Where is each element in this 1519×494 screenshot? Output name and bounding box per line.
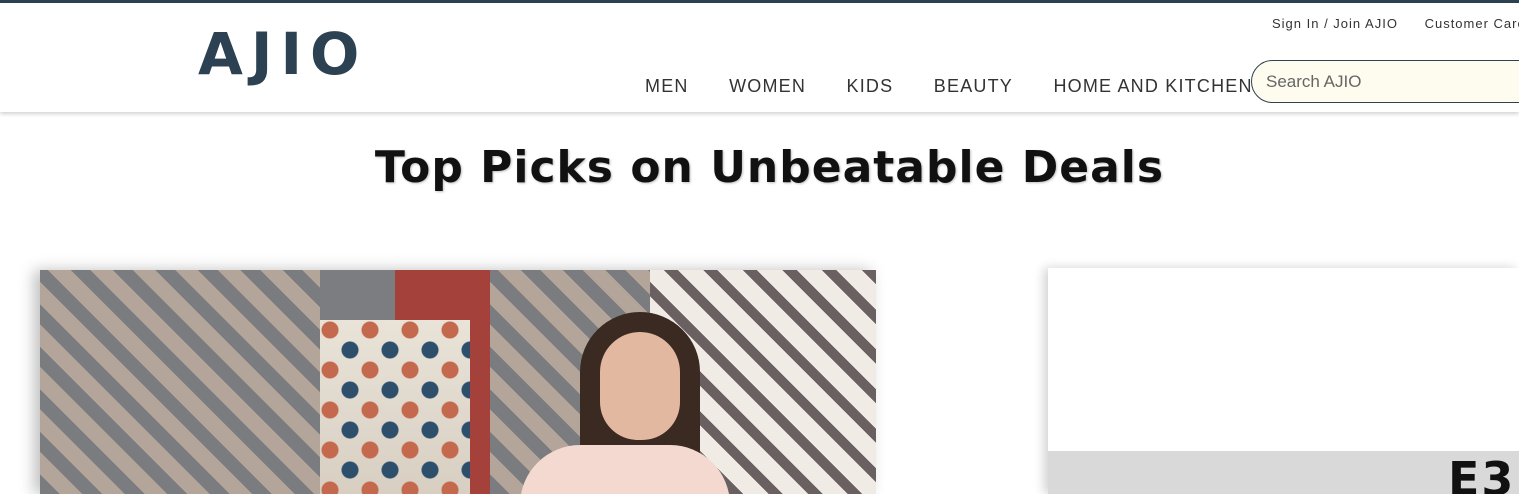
nav-beauty[interactable]: BEAUTY [934,76,1013,97]
sign-in-link[interactable]: Sign In / Join AJIO [1272,16,1398,31]
promo-banner-left[interactable] [40,270,876,494]
model-outfit [520,445,730,494]
deals-headline: Top Picks on Unbeatable Deals [374,142,1165,193]
patterned-tiles [320,320,470,494]
site-header: AJIO Sign In / Join AJIO Customer Care M… [0,3,1519,112]
promo-banner-right[interactable]: E3 [1048,268,1519,494]
customer-care-link[interactable]: Customer Care [1425,16,1519,31]
nav-home-and-kitchen[interactable]: HOME AND KITCHEN [1053,76,1252,97]
main-nav: MEN WOMEN KIDS BEAUTY HOME AND KITCHEN [645,76,1289,97]
deals-headline-banner: Top Picks on Unbeatable Deals [0,142,1519,193]
ajio-logo[interactable]: AJIO [198,25,367,83]
model-face [600,332,680,440]
nav-women[interactable]: WOMEN [729,76,806,97]
lattice-pattern [40,270,320,494]
search-input[interactable] [1251,60,1519,103]
nav-kids[interactable]: KIDS [847,76,894,97]
banner-brand-text: E3 [1448,452,1516,494]
nav-men[interactable]: MEN [645,76,689,97]
top-links: Sign In / Join AJIO Customer Care [1272,16,1519,31]
